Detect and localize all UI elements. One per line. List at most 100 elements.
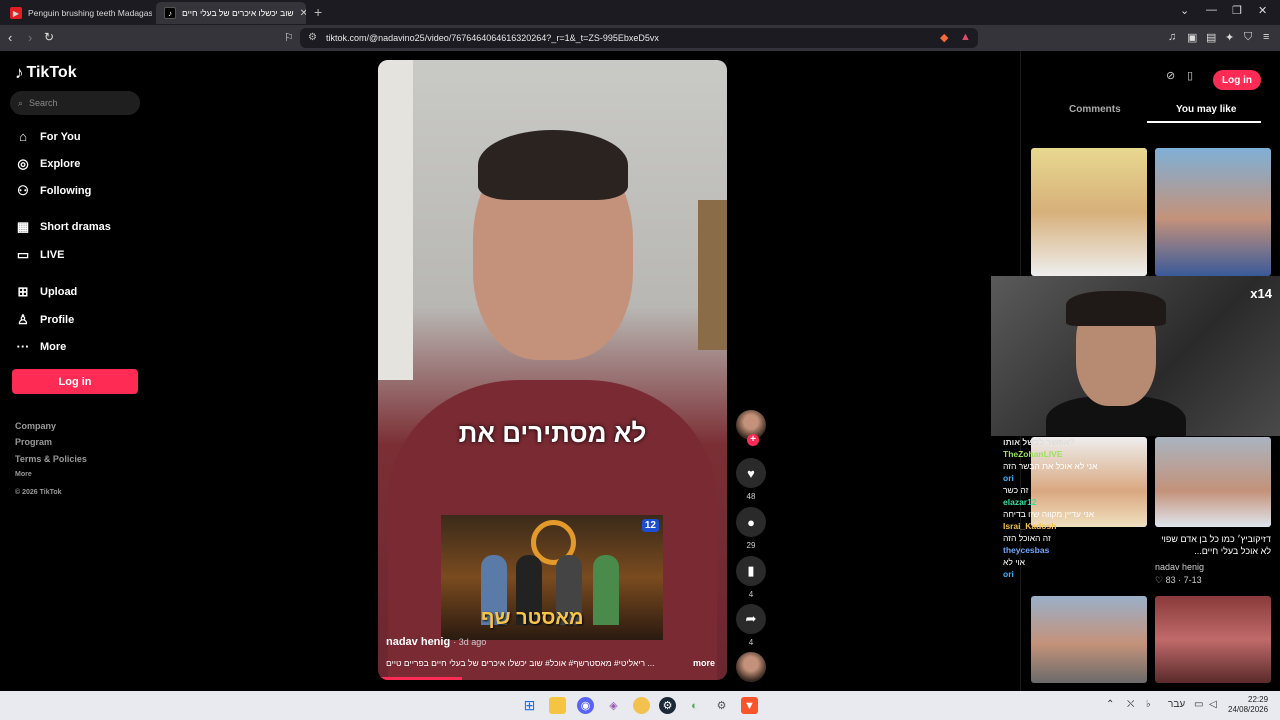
sidebar-icon[interactable]: ▣	[1187, 31, 1197, 44]
search-input[interactable]: ⌕ Search	[10, 91, 140, 115]
browser-tab[interactable]: ▶ Penguin brushing teeth Madagascar	[2, 2, 152, 24]
windows-start-icon[interactable]: ⊞	[521, 697, 538, 714]
comment-count: 29	[746, 541, 756, 550]
close-window-icon[interactable]: ✕	[1258, 4, 1267, 17]
chat-user: elazar12	[1003, 497, 1037, 507]
chrome-icon[interactable]: ◐	[686, 697, 703, 714]
suggested-video-card[interactable]	[1155, 148, 1271, 276]
multiplier-label: x14	[1250, 286, 1272, 301]
tray-app-icon[interactable]: ⛌	[1127, 699, 1134, 710]
brave-shield-icon[interactable]: ◆	[940, 31, 948, 44]
suggested-video-card[interactable]	[1155, 596, 1271, 683]
footer-program-link[interactable]: Program	[15, 437, 52, 447]
video-author[interactable]: nadav henig · 3d ago	[386, 636, 486, 648]
tiktok-sidebar: ♪ TikTok ⌕ Search ⌂ For You ◎ Explore ⚇ Fol…	[0, 51, 150, 691]
tab-you-may-like[interactable]: You may like	[1176, 104, 1236, 115]
follow-plus-icon[interactable]: +	[747, 434, 759, 446]
user-follow-icon: ⚇	[17, 183, 29, 198]
menu-icon[interactable]: ≡	[1263, 31, 1269, 43]
save-button[interactable]: ▮	[736, 556, 766, 586]
address-bar-row: ‹ › ↻ ⚐ ⚙ tiktok.com/@nadavino25/video/7…	[0, 25, 1280, 51]
footer-more-link[interactable]: More	[15, 471, 32, 478]
forward-icon[interactable]: ›	[28, 30, 32, 45]
browser-tab-active[interactable]: ♪ שוב יכשלו איכרים של בעלי חיים ✕	[156, 2, 306, 24]
reload-icon[interactable]: ↻	[44, 30, 54, 44]
close-tab-icon[interactable]: ✕	[300, 8, 306, 19]
tiktok-logo[interactable]: ♪ TikTok	[15, 63, 77, 83]
chat-user: Israi_Kadosh	[1003, 521, 1057, 531]
clock-date: 24/08/2026	[1228, 705, 1269, 714]
tray-chevron-icon[interactable]: ⌃	[1106, 699, 1114, 710]
save-count: 4	[748, 590, 754, 599]
chat-text: זה כשר	[1003, 485, 1029, 495]
file-explorer-icon[interactable]	[549, 697, 566, 714]
ai-icon[interactable]: ✦	[1225, 31, 1234, 44]
volume-icon[interactable]: ◁	[1209, 699, 1217, 710]
sidebar-item-upload[interactable]: ⊞ Upload	[15, 284, 78, 300]
chat-user: theycesbas	[1003, 545, 1050, 555]
tab-comments[interactable]: Comments	[1069, 104, 1121, 115]
footer-terms-link[interactable]: Terms & Policies	[15, 454, 87, 464]
streamer-headphones	[1066, 291, 1166, 326]
new-tab-icon[interactable]: +	[314, 4, 322, 20]
suggested-video-card[interactable]	[1031, 148, 1147, 276]
browser-tab-bar: ▶ Penguin brushing teeth Madagascar ♪ שו…	[0, 0, 1280, 25]
more-dots-icon: ···	[16, 339, 30, 354]
wallet-icon[interactable]: ▤	[1206, 31, 1216, 44]
suggested-video-card[interactable]	[1155, 437, 1271, 527]
video-player[interactable]: לא מסתירים את מאסטר שף 12 nadav henig · …	[378, 60, 727, 680]
bookmark-icon[interactable]: ⚐	[284, 31, 294, 44]
masterchef-inset-image: מאסטר שף 12	[441, 515, 663, 640]
background-painting	[698, 200, 727, 350]
share-arrow-icon: ➦	[745, 611, 757, 626]
sidebar-item-for-you[interactable]: ⌂ For You	[15, 129, 80, 144]
network-icon[interactable]: ▭	[1194, 699, 1203, 710]
sidebar-item-label: More	[40, 340, 67, 353]
microphone-icon[interactable]: ♭	[1146, 699, 1151, 710]
steam-icon[interactable]: ⚙	[659, 697, 676, 714]
app-icon[interactable]	[633, 697, 650, 714]
sidebar-item-explore[interactable]: ◎ Explore	[15, 156, 80, 172]
live-tv-icon: ▭	[16, 247, 30, 262]
video-progress-bar[interactable]	[378, 677, 462, 680]
coin-icon[interactable]: ⊘	[1166, 69, 1175, 82]
brave-icon[interactable]: ▼	[741, 697, 758, 714]
sidebar-item-profile[interactable]: ♙ Profile	[15, 312, 74, 328]
channel-badge: 12	[641, 519, 659, 532]
header-login-button[interactable]: Log in	[1213, 70, 1261, 90]
brave-rewards-icon[interactable]: ▲	[960, 31, 971, 43]
footer-company-link[interactable]: Company	[15, 421, 56, 431]
tab-list-icon[interactable]: ⌄	[1180, 4, 1189, 17]
post-age: · 3d ago	[453, 637, 487, 647]
background-door	[378, 60, 413, 380]
url-field[interactable]: ⚙ tiktok.com/@nadavino25/video/767646406…	[300, 28, 978, 48]
person-hair	[478, 130, 628, 200]
device-icon[interactable]: ▯	[1187, 69, 1193, 82]
app-icon[interactable]: ◈	[605, 697, 622, 714]
keyboard-language[interactable]: עבר	[1168, 699, 1185, 710]
back-icon[interactable]: ‹	[8, 30, 12, 45]
clock[interactable]: 22:29 24/08/2026	[1228, 695, 1268, 715]
chat-user: TheZohanLIVE	[1003, 449, 1063, 459]
like-button[interactable]: ♥	[736, 458, 766, 488]
comment-icon: ●	[747, 514, 755, 530]
maximize-icon[interactable]: ❐	[1232, 4, 1242, 17]
tiktok-logo-icon: ♪	[15, 63, 24, 82]
sidebar-item-more[interactable]: ··· More	[15, 339, 67, 354]
sidebar-item-short-dramas[interactable]: ▦ Short dramas	[15, 219, 111, 235]
tab-title: Penguin brushing teeth Madagascar	[28, 8, 152, 18]
login-button[interactable]: Log in	[12, 369, 138, 394]
vpn-icon[interactable]: ⛉	[1244, 31, 1252, 44]
sidebar-item-live[interactable]: ▭ LIVE	[15, 247, 65, 263]
site-info-icon[interactable]: ⚙	[308, 32, 317, 43]
more-button[interactable]: more	[693, 658, 715, 668]
comment-button[interactable]: ●	[736, 507, 766, 537]
minimize-icon[interactable]: —	[1206, 4, 1217, 16]
share-button[interactable]: ➦	[736, 604, 766, 634]
sidebar-item-following[interactable]: ⚇ Following	[15, 183, 91, 199]
creator-avatar[interactable]: +	[736, 410, 766, 446]
sound-avatar[interactable]	[736, 652, 766, 682]
music-icon[interactable]: ♫	[1168, 31, 1176, 43]
discord-icon[interactable]: ◉	[577, 697, 594, 714]
settings-icon[interactable]: ⚙	[713, 697, 730, 714]
